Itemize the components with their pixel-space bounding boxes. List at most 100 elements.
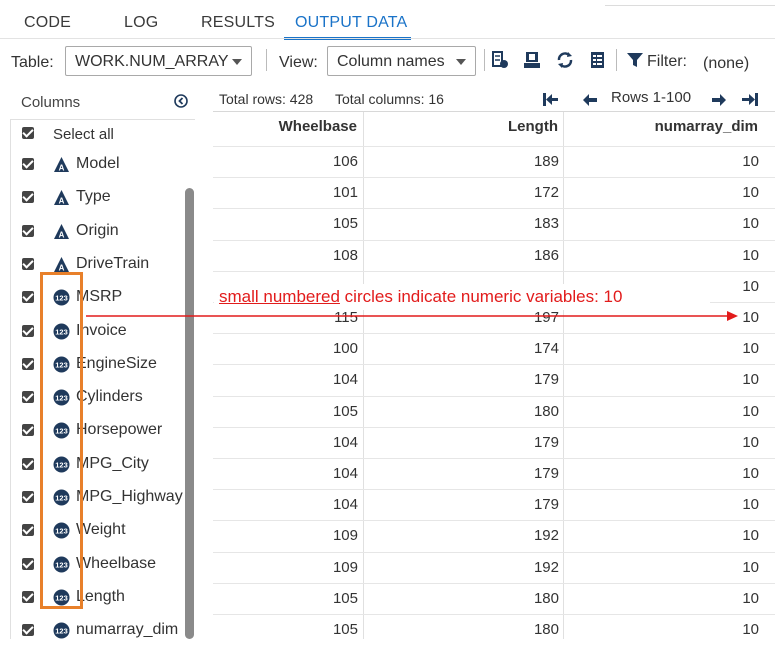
table-cell: 179 (533, 465, 559, 482)
filter-label[interactable]: Filter: (647, 53, 687, 71)
svg-text:A: A (59, 230, 65, 239)
previous-page-icon[interactable] (583, 94, 597, 106)
column-checkbox[interactable] (22, 457, 34, 470)
tab-bar: CODE LOG RESULTS OUTPUT DATA (0, 0, 775, 40)
total-columns: Total columns: 16 (335, 91, 444, 107)
tab-results[interactable]: RESULTS (201, 14, 275, 32)
first-page-icon[interactable] (543, 93, 559, 106)
table-cell: 180 (533, 589, 559, 607)
column-list-item[interactable]: 123 MSRP (0, 282, 195, 315)
column-checkbox[interactable] (22, 590, 34, 603)
character-type-icon: A (54, 157, 69, 173)
column-list-item[interactable]: 123 Invoice (0, 316, 195, 349)
divider (484, 49, 485, 71)
row-divider (213, 582, 775, 584)
tab-code[interactable]: CODE (24, 14, 71, 32)
table-cell: 105 (332, 215, 358, 233)
column-checkbox[interactable] (22, 158, 34, 170)
column-name: MPG_Highway (76, 488, 183, 505)
column-list-item[interactable]: A Origin (0, 216, 195, 249)
table-cell: 179 (533, 371, 559, 389)
column-checkbox[interactable] (22, 357, 34, 370)
column-header-numarray-dim[interactable]: numarray_dim (563, 118, 758, 135)
column-list-item[interactable]: 123 MPG_Highway (0, 482, 195, 515)
scrollbar[interactable] (185, 188, 194, 639)
table-cell: 10 (742, 153, 759, 170)
table-cell: 179 (533, 496, 559, 514)
column-checkbox[interactable] (22, 524, 34, 537)
column-name: Length (76, 587, 125, 605)
row-divider (213, 270, 775, 272)
tab-log[interactable]: LOG (124, 14, 158, 32)
next-page-icon[interactable] (712, 94, 726, 106)
rows-range: Rows 1-100 (611, 89, 692, 106)
table-cell: 100 (332, 340, 358, 358)
toolbar: Table: WORK.NUM_ARRAY View: Column names (0, 39, 775, 85)
tab-output-data[interactable]: OUTPUT DATA (295, 14, 407, 32)
table-cell: 105 (332, 621, 358, 638)
character-type-icon: A (54, 223, 69, 239)
column-checkbox[interactable] (22, 324, 34, 337)
table-cell: 101 (332, 184, 358, 202)
column-checkbox[interactable] (22, 557, 34, 570)
refresh-icon[interactable] (556, 51, 574, 69)
column-name: EngineSize (76, 354, 157, 372)
select-all-label: Select all (53, 126, 114, 143)
row-divider (213, 146, 775, 147)
divider (10, 119, 195, 120)
table-cell: 10 (742, 496, 759, 514)
annotation-highlight-box (40, 272, 83, 609)
table-cell: 104 (332, 496, 358, 514)
divider (266, 49, 267, 71)
column-list-item[interactable]: 123 EngineSize (0, 349, 195, 382)
column-list-item[interactable]: A Model (0, 149, 195, 182)
column-list-item[interactable]: 123 Horsepower (0, 415, 195, 448)
download-icon[interactable] (523, 51, 541, 69)
data-view-icon[interactable] (491, 51, 509, 69)
column-name: Origin (76, 221, 119, 239)
columns-panel-title: Columns (21, 94, 81, 111)
column-list-item[interactable]: 123 MPG_City (0, 449, 195, 482)
column-list-item[interactable]: A Type (0, 182, 195, 215)
view-select-value: Column names (337, 53, 445, 70)
column-checkbox[interactable] (22, 424, 34, 437)
column-checkbox[interactable] (22, 491, 34, 503)
table-cell: 192 (533, 558, 559, 576)
column-checkbox[interactable] (22, 257, 34, 270)
column-list-item[interactable]: 123 Wheelbase (0, 549, 195, 582)
view-select[interactable]: Column names (327, 46, 476, 76)
filter-value: (none) (703, 55, 750, 72)
column-checkbox[interactable] (22, 224, 34, 237)
table-properties-icon[interactable] (589, 51, 607, 69)
column-name: Weight (76, 521, 126, 539)
table-cell: 10 (742, 371, 759, 389)
collapse-panel-icon[interactable] (174, 94, 188, 108)
column-name: Type (76, 188, 111, 206)
column-name: Model (76, 155, 120, 172)
table-cell: 10 (742, 246, 759, 264)
column-list-item[interactable]: 123 numarray_dim (0, 615, 195, 648)
table-cell: 180 (533, 402, 559, 420)
row-divider (213, 551, 775, 553)
table-select[interactable]: WORK.NUM_ARRAY (65, 46, 252, 76)
column-header-wheelbase[interactable]: Wheelbase (213, 118, 357, 135)
column-checkbox[interactable] (22, 191, 34, 204)
character-type-icon: A (54, 190, 69, 206)
column-list-item[interactable]: 123 Weight (0, 515, 195, 548)
select-all-checkbox[interactable] (22, 127, 34, 139)
filter-icon[interactable] (626, 51, 644, 69)
table-cell: 10 (742, 621, 759, 638)
column-header-length[interactable]: Length (363, 118, 558, 135)
column-list-item[interactable]: A DriveTrain (0, 249, 195, 282)
table-cell: 106 (332, 153, 358, 170)
table-cell: 104 (332, 465, 358, 482)
column-list-item[interactable]: 123 Length (0, 582, 195, 615)
column-checkbox[interactable] (22, 291, 34, 304)
column-list-item[interactable]: 123 Cylinders (0, 382, 195, 415)
column-checkbox[interactable] (22, 391, 34, 404)
table-cell: 10 (742, 589, 759, 607)
column-name: Wheelbase (76, 554, 157, 572)
last-page-icon[interactable] (742, 93, 758, 106)
table-cell: 105 (332, 402, 358, 420)
column-checkbox[interactable] (22, 624, 34, 637)
